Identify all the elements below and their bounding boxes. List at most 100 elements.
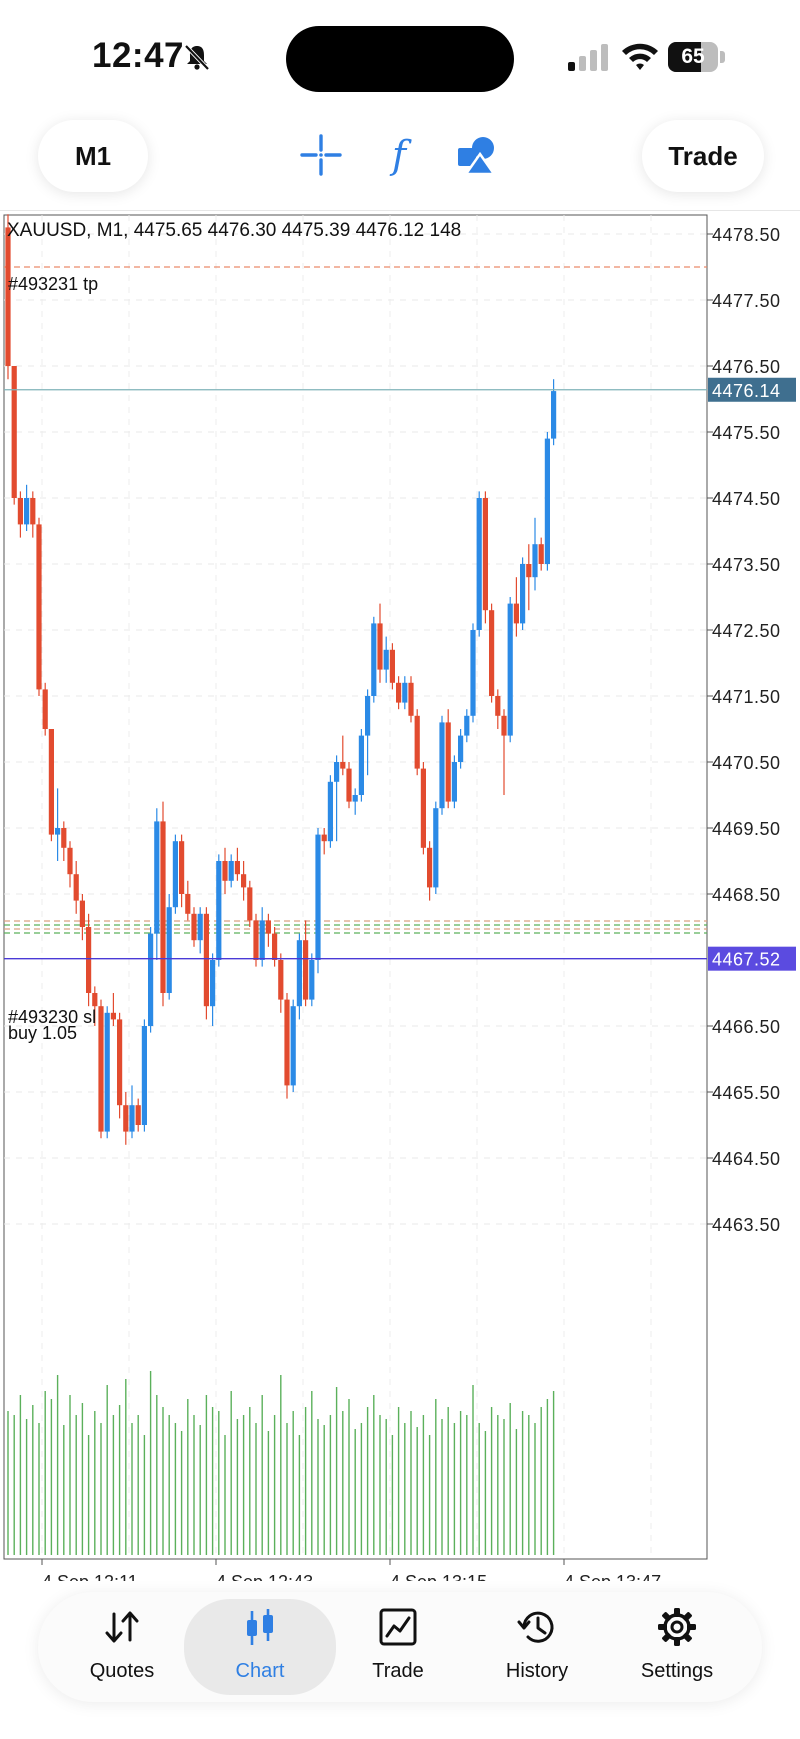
candlestick-icon — [247, 1609, 273, 1645]
price-axis-label: 4468.50 — [712, 885, 781, 905]
candle-body — [216, 861, 222, 960]
chart-toolbar: M1 f Trade — [0, 110, 800, 210]
shapes-icon[interactable] — [454, 130, 500, 180]
price-axis-label: 4466.50 — [712, 1017, 781, 1037]
status-bar: 12:47 65 — [0, 0, 800, 110]
function-icon[interactable]: f — [376, 130, 422, 180]
price-axis-label: 4469.50 — [712, 819, 781, 839]
candle-body — [160, 821, 166, 993]
candle-body — [470, 630, 476, 716]
candle-body — [532, 544, 538, 578]
candle-body — [203, 913, 209, 1007]
nav-settings[interactable]: Settings — [607, 1592, 747, 1702]
candle-body — [67, 847, 73, 875]
battery-percent: 65 — [681, 45, 705, 68]
candle-body — [210, 960, 216, 1007]
nav-label: History — [505, 1660, 569, 1682]
candle-body — [383, 649, 389, 670]
history-icon — [517, 1611, 554, 1643]
candle-body — [48, 729, 54, 835]
ask-price-label: 4467.52 — [712, 950, 781, 970]
candle-body — [79, 900, 85, 927]
candle-body — [247, 887, 253, 921]
candle-body — [148, 933, 154, 1026]
candle-body — [513, 603, 519, 624]
candle-body — [544, 438, 550, 564]
candle-body — [86, 927, 92, 993]
candle-body — [17, 498, 23, 525]
candle-body — [402, 682, 408, 703]
candle-body — [526, 564, 532, 578]
time-axis-label: 4 Sep 13:47 — [564, 1572, 661, 1581]
price-axis-label: 4478.50 — [712, 225, 781, 245]
candle-body — [241, 874, 247, 888]
chart-frame — [3, 214, 708, 1560]
candle-body — [129, 1105, 135, 1132]
trade-button[interactable]: Trade — [642, 120, 764, 192]
nav-chart[interactable]: Chart — [184, 1599, 336, 1695]
candle-body — [110, 1012, 116, 1020]
candle-body — [358, 735, 364, 795]
price-axis-label: 4472.50 — [712, 621, 781, 641]
time-axis-label: 4 Sep 12:11 — [42, 1572, 138, 1581]
bid-price-label: 4476.14 — [712, 381, 781, 401]
candle-body — [507, 603, 513, 736]
candle-body — [346, 768, 352, 802]
candle-body — [352, 795, 358, 802]
candle-body — [197, 913, 203, 941]
candle-body — [427, 847, 433, 888]
price-axis-label: 4471.50 — [712, 687, 781, 707]
candle-body — [321, 834, 327, 842]
price-axis-label: 4463.50 — [712, 1215, 781, 1235]
price-axis-label: 4465.50 — [712, 1083, 781, 1103]
candle-body — [371, 623, 377, 696]
price-axis-label: 4470.50 — [712, 753, 781, 773]
bottom-navigation: Quotes Chart Trade History Settings — [38, 1592, 762, 1702]
crosshair-icon[interactable] — [298, 130, 344, 180]
gear-icon — [658, 1608, 696, 1646]
candle-body — [309, 960, 315, 1000]
candle-body — [259, 920, 265, 960]
candle-body — [489, 610, 495, 696]
svg-text:f: f — [389, 133, 412, 177]
candle-body — [117, 1019, 123, 1106]
candle-body — [334, 762, 340, 782]
candle-body — [439, 722, 445, 809]
nav-trade[interactable]: Trade — [328, 1592, 468, 1702]
candle-body — [284, 999, 290, 1086]
candle-body — [234, 861, 240, 875]
candle-body — [420, 768, 426, 848]
timeframe-button[interactable]: M1 — [38, 120, 148, 192]
candle-body — [24, 498, 30, 525]
nav-history[interactable]: History — [467, 1592, 607, 1702]
nav-label: Quotes — [89, 1660, 155, 1682]
candle-body — [290, 1006, 296, 1086]
stop-loss-label: #493230 sl buy 1.05 — [8, 1008, 96, 1042]
candle-body — [42, 689, 48, 729]
price-axis-label: 4473.50 — [712, 555, 781, 575]
candle-body — [520, 564, 526, 624]
candle-body — [11, 366, 17, 498]
candle-body — [30, 498, 36, 525]
candle-body — [73, 874, 79, 901]
nav-quotes[interactable]: Quotes — [52, 1592, 192, 1702]
candle-body — [228, 861, 234, 881]
candle-body — [278, 960, 284, 1000]
candle-body — [303, 940, 309, 1000]
price-chart[interactable]: 4478.50 4477.50 4476.50 4475.50 4474.50 4473.… — [0, 211, 800, 1581]
candle-body — [272, 933, 278, 960]
wifi-icon — [622, 43, 658, 70]
candle-body — [445, 722, 451, 802]
candle-body — [327, 781, 333, 842]
candle-body — [408, 682, 414, 716]
candle-body — [340, 762, 346, 769]
candle-body — [433, 808, 439, 888]
time-axis-label: 4 Sep 13:15 — [390, 1572, 487, 1581]
candle-body — [135, 1105, 141, 1125]
chart-canvas[interactable]: 4478.50 4477.50 4476.50 4475.50 4474.50 4473.… — [0, 211, 800, 1581]
candle-body — [482, 498, 488, 611]
candle-body — [61, 828, 67, 848]
candle-body — [191, 913, 197, 941]
candle-body — [476, 498, 482, 630]
time-axis-label: 4 Sep 12:43 — [216, 1572, 313, 1581]
